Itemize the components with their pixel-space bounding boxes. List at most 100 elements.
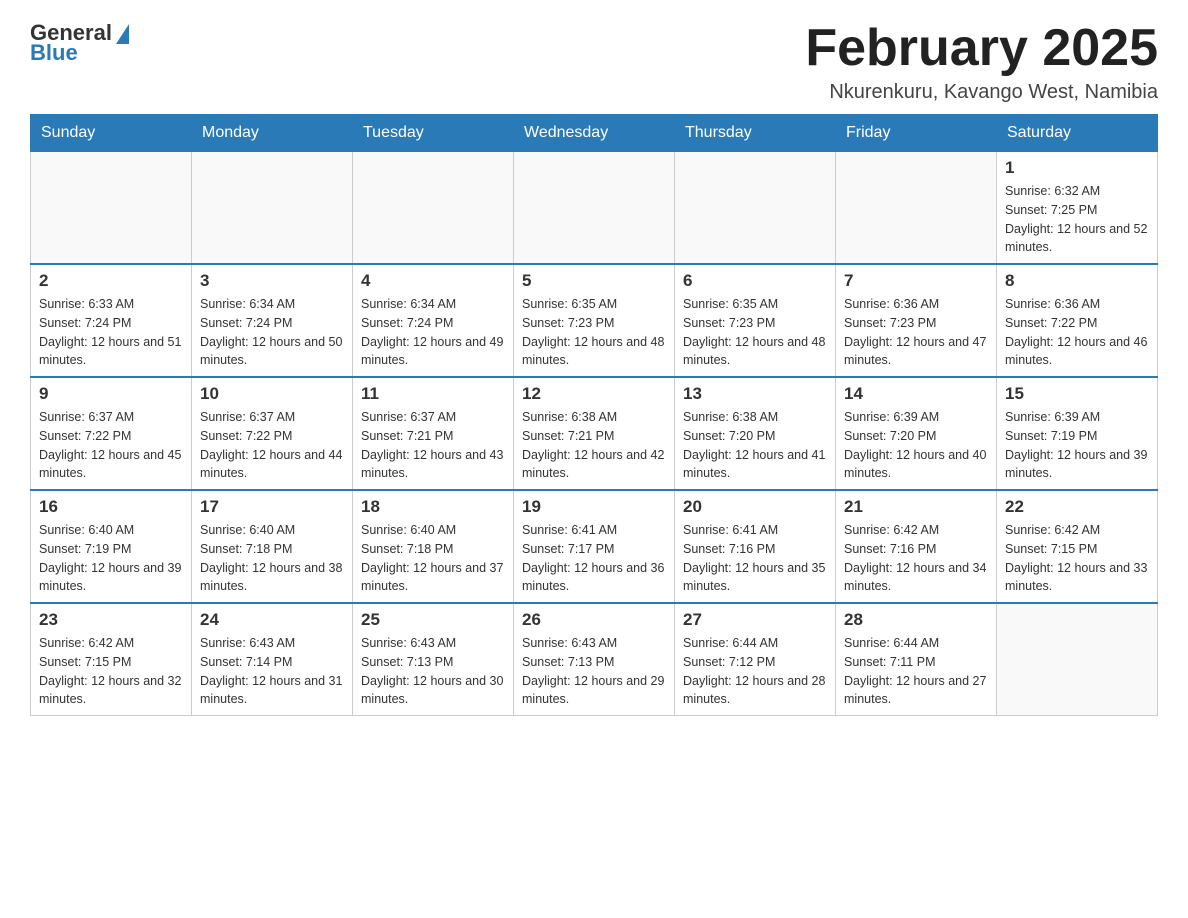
calendar-cell: 9Sunrise: 6:37 AM Sunset: 7:22 PM Daylig… <box>31 377 192 490</box>
day-number: 18 <box>361 497 505 517</box>
day-number: 2 <box>39 271 183 291</box>
day-info: Sunrise: 6:37 AM Sunset: 7:21 PM Dayligh… <box>361 408 505 483</box>
day-number: 12 <box>522 384 666 404</box>
calendar-header-row: SundayMondayTuesdayWednesdayThursdayFrid… <box>31 115 1158 151</box>
calendar-cell: 20 Sunrise: 6:41 AM Sunset: 7:16 PM Dayli… <box>675 490 836 603</box>
calendar-cell <box>836 151 997 264</box>
day-info: Sunrise: 6:40 AM Sunset: 7:19 PM Dayligh… <box>39 521 183 596</box>
calendar-cell: 6Sunrise: 6:35 AM Sunset: 7:23 PM Daylig… <box>675 264 836 377</box>
calendar-cell: 21 Sunrise: 6:42 AM Sunset: 7:16 PM Dayli… <box>836 490 997 603</box>
day-number: 20 <box>683 497 827 517</box>
calendar-table: SundayMondayTuesdayWednesdayThursdayFrid… <box>30 114 1158 716</box>
calendar-week-row: 9Sunrise: 6:37 AM Sunset: 7:22 PM Daylig… <box>31 377 1158 490</box>
calendar-cell: 2 Sunrise: 6:33 AM Sunset: 7:24 PM Daylig… <box>31 264 192 377</box>
calendar-header-monday: Monday <box>192 115 353 151</box>
calendar-cell <box>675 151 836 264</box>
day-info: Sunrise: 6:42 AM Sunset: 7:15 PM Dayligh… <box>39 634 183 709</box>
day-number: 19 <box>522 497 666 517</box>
day-info: Sunrise: 6:32 AM Sunset: 7:25 PM Dayligh… <box>1005 182 1149 257</box>
day-number: 5 <box>522 271 666 291</box>
day-number: 26 <box>522 610 666 630</box>
calendar-cell: 16 Sunrise: 6:40 AM Sunset: 7:19 PM Dayli… <box>31 490 192 603</box>
calendar-header-thursday: Thursday <box>675 115 836 151</box>
calendar-cell <box>997 603 1158 716</box>
calendar-cell: 18 Sunrise: 6:40 AM Sunset: 7:18 PM Dayli… <box>353 490 514 603</box>
day-number: 3 <box>200 271 344 291</box>
day-info: Sunrise: 6:41 AM Sunset: 7:17 PM Dayligh… <box>522 521 666 596</box>
day-number: 11 <box>361 384 505 404</box>
day-number: 21 <box>844 497 988 517</box>
day-number: 8 <box>1005 271 1149 291</box>
calendar-cell: 14 Sunrise: 6:39 AM Sunset: 7:20 PM Dayli… <box>836 377 997 490</box>
calendar-cell: 13 Sunrise: 6:38 AM Sunset: 7:20 PM Dayli… <box>675 377 836 490</box>
logo: General Blue <box>30 20 129 66</box>
day-info: Sunrise: 6:43 AM Sunset: 7:14 PM Dayligh… <box>200 634 344 709</box>
calendar-cell: 4 Sunrise: 6:34 AM Sunset: 7:24 PM Daylig… <box>353 264 514 377</box>
calendar-header-friday: Friday <box>836 115 997 151</box>
day-info: Sunrise: 6:42 AM Sunset: 7:15 PM Dayligh… <box>1005 521 1149 596</box>
day-info: Sunrise: 6:39 AM Sunset: 7:19 PM Dayligh… <box>1005 408 1149 483</box>
calendar-cell: 5Sunrise: 6:35 AM Sunset: 7:23 PM Daylig… <box>514 264 675 377</box>
calendar-cell: 7Sunrise: 6:36 AM Sunset: 7:23 PM Daylig… <box>836 264 997 377</box>
day-number: 16 <box>39 497 183 517</box>
calendar-header-saturday: Saturday <box>997 115 1158 151</box>
calendar-cell: 8 Sunrise: 6:36 AM Sunset: 7:22 PM Daylig… <box>997 264 1158 377</box>
day-info: Sunrise: 6:34 AM Sunset: 7:24 PM Dayligh… <box>361 295 505 370</box>
day-info: Sunrise: 6:36 AM Sunset: 7:22 PM Dayligh… <box>1005 295 1149 370</box>
calendar-cell <box>353 151 514 264</box>
day-number: 24 <box>200 610 344 630</box>
calendar-cell: 17Sunrise: 6:40 AM Sunset: 7:18 PM Dayli… <box>192 490 353 603</box>
day-info: Sunrise: 6:40 AM Sunset: 7:18 PM Dayligh… <box>361 521 505 596</box>
day-info: Sunrise: 6:37 AM Sunset: 7:22 PM Dayligh… <box>39 408 183 483</box>
day-info: Sunrise: 6:40 AM Sunset: 7:18 PM Dayligh… <box>200 521 344 596</box>
calendar-cell <box>192 151 353 264</box>
day-number: 25 <box>361 610 505 630</box>
calendar-cell: 15 Sunrise: 6:39 AM Sunset: 7:19 PM Dayli… <box>997 377 1158 490</box>
calendar-cell: 28Sunrise: 6:44 AM Sunset: 7:11 PM Dayli… <box>836 603 997 716</box>
day-info: Sunrise: 6:42 AM Sunset: 7:16 PM Dayligh… <box>844 521 988 596</box>
day-info: Sunrise: 6:38 AM Sunset: 7:21 PM Dayligh… <box>522 408 666 483</box>
calendar-cell: 19 Sunrise: 6:41 AM Sunset: 7:17 PM Dayli… <box>514 490 675 603</box>
day-number: 28 <box>844 610 988 630</box>
calendar-cell: 25 Sunrise: 6:43 AM Sunset: 7:13 PM Dayli… <box>353 603 514 716</box>
calendar-cell: 27 Sunrise: 6:44 AM Sunset: 7:12 PM Dayli… <box>675 603 836 716</box>
calendar-week-row: 23Sunrise: 6:42 AM Sunset: 7:15 PM Dayli… <box>31 603 1158 716</box>
day-number: 10 <box>200 384 344 404</box>
day-info: Sunrise: 6:43 AM Sunset: 7:13 PM Dayligh… <box>522 634 666 709</box>
calendar-cell: 11 Sunrise: 6:37 AM Sunset: 7:21 PM Dayli… <box>353 377 514 490</box>
location-subtitle: Nkurenkuru, Kavango West, Namibia <box>805 81 1158 104</box>
day-info: Sunrise: 6:44 AM Sunset: 7:12 PM Dayligh… <box>683 634 827 709</box>
day-info: Sunrise: 6:34 AM Sunset: 7:24 PM Dayligh… <box>200 295 344 370</box>
month-title: February 2025 <box>805 20 1158 77</box>
calendar-header-wednesday: Wednesday <box>514 115 675 151</box>
day-number: 15 <box>1005 384 1149 404</box>
calendar-cell: 24 Sunrise: 6:43 AM Sunset: 7:14 PM Dayli… <box>192 603 353 716</box>
calendar-cell: 12 Sunrise: 6:38 AM Sunset: 7:21 PM Dayli… <box>514 377 675 490</box>
calendar-week-row: 1Sunrise: 6:32 AM Sunset: 7:25 PM Daylig… <box>31 151 1158 264</box>
calendar-cell: 10 Sunrise: 6:37 AM Sunset: 7:22 PM Dayli… <box>192 377 353 490</box>
day-number: 6 <box>683 271 827 291</box>
calendar-cell <box>31 151 192 264</box>
day-number: 4 <box>361 271 505 291</box>
day-number: 14 <box>844 384 988 404</box>
day-info: Sunrise: 6:33 AM Sunset: 7:24 PM Dayligh… <box>39 295 183 370</box>
calendar-cell: 23Sunrise: 6:42 AM Sunset: 7:15 PM Dayli… <box>31 603 192 716</box>
day-info: Sunrise: 6:36 AM Sunset: 7:23 PM Dayligh… <box>844 295 988 370</box>
calendar-cell: 22 Sunrise: 6:42 AM Sunset: 7:15 PM Dayli… <box>997 490 1158 603</box>
day-info: Sunrise: 6:41 AM Sunset: 7:16 PM Dayligh… <box>683 521 827 596</box>
calendar-cell: 26 Sunrise: 6:43 AM Sunset: 7:13 PM Dayli… <box>514 603 675 716</box>
calendar-week-row: 16 Sunrise: 6:40 AM Sunset: 7:19 PM Dayli… <box>31 490 1158 603</box>
logo-blue-text: Blue <box>30 40 78 66</box>
day-number: 13 <box>683 384 827 404</box>
title-block: February 2025 Nkurenkuru, Kavango West, … <box>805 20 1158 104</box>
calendar-cell <box>514 151 675 264</box>
day-info: Sunrise: 6:43 AM Sunset: 7:13 PM Dayligh… <box>361 634 505 709</box>
day-number: 22 <box>1005 497 1149 517</box>
day-info: Sunrise: 6:38 AM Sunset: 7:20 PM Dayligh… <box>683 408 827 483</box>
day-info: Sunrise: 6:39 AM Sunset: 7:20 PM Dayligh… <box>844 408 988 483</box>
calendar-header-sunday: Sunday <box>31 115 192 151</box>
calendar-week-row: 2 Sunrise: 6:33 AM Sunset: 7:24 PM Daylig… <box>31 264 1158 377</box>
calendar-cell: 3 Sunrise: 6:34 AM Sunset: 7:24 PM Daylig… <box>192 264 353 377</box>
day-info: Sunrise: 6:37 AM Sunset: 7:22 PM Dayligh… <box>200 408 344 483</box>
day-number: 27 <box>683 610 827 630</box>
